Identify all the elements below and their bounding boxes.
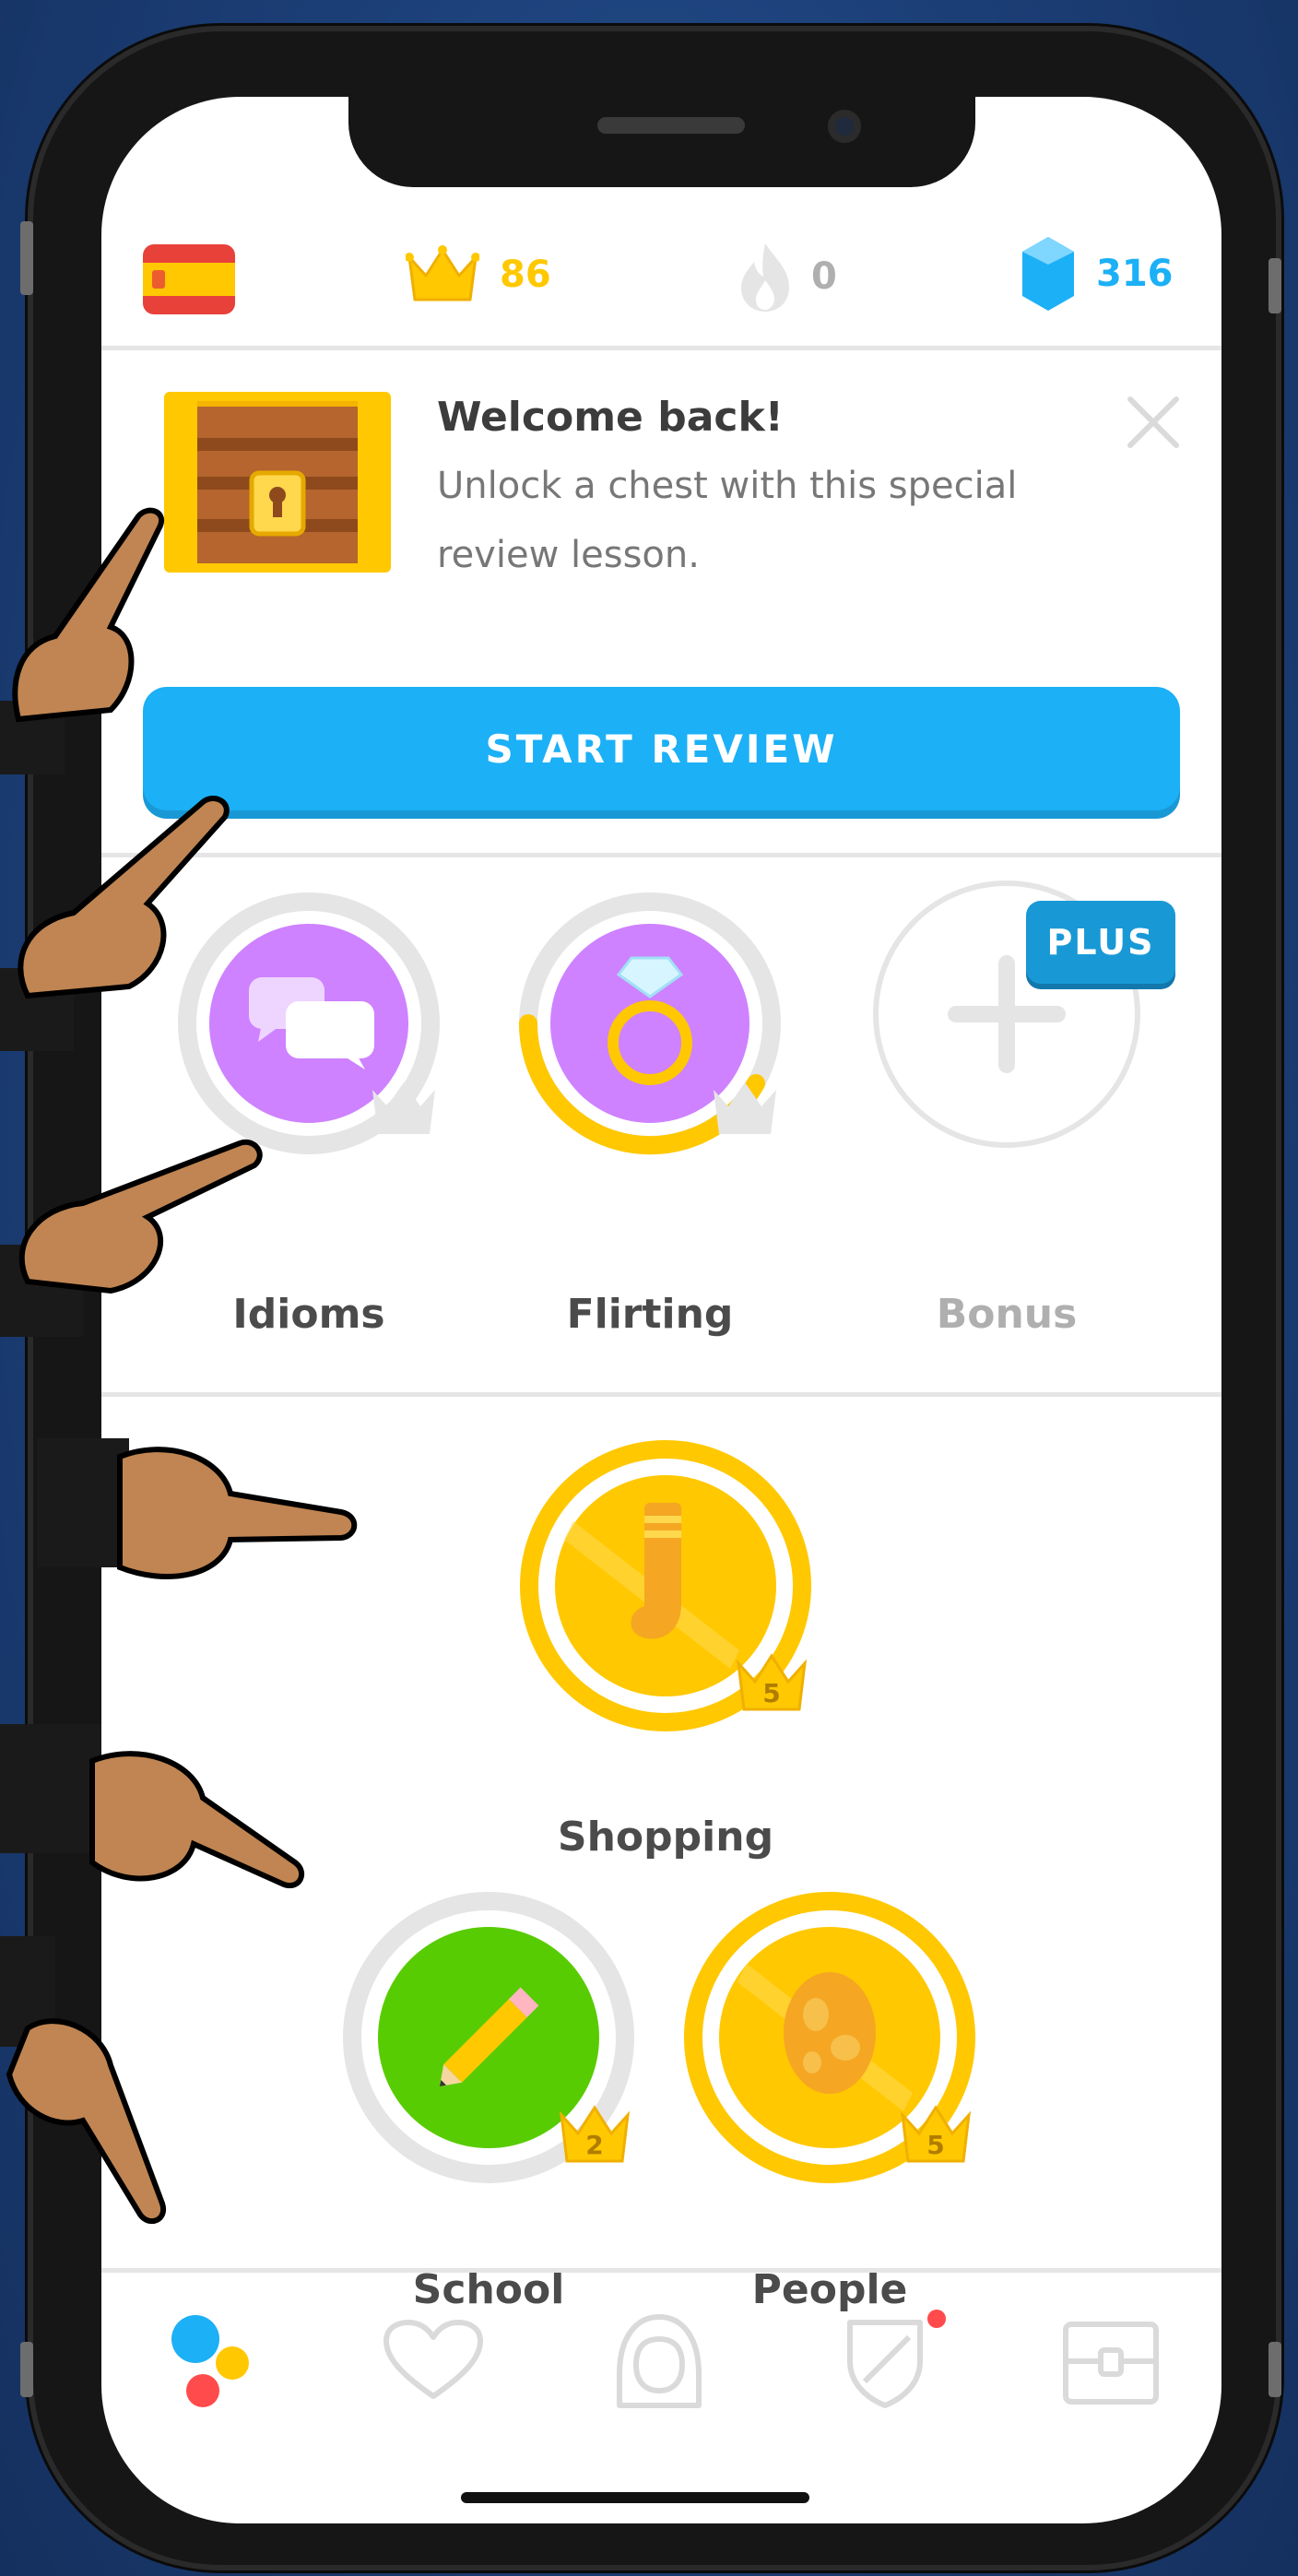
skill-label: People <box>751 2266 908 2313</box>
learn-tab-icon <box>171 2315 249 2407</box>
pointing-hands-overlay <box>0 498 369 2250</box>
skill-label: Bonus <box>936 1291 1078 1338</box>
gem-icon <box>1022 237 1074 311</box>
crown-icon <box>372 1082 435 1134</box>
crown-icon: 5 <box>900 2105 972 2163</box>
skill-label: Flirting <box>566 1291 734 1338</box>
crown-level: 5 <box>926 2130 944 2160</box>
welcome-message-line2: review lesson. <box>437 534 700 576</box>
crown-icon: 2 <box>559 2105 631 2163</box>
ring-icon <box>608 956 692 1085</box>
shop-tab-icon <box>1063 2322 1159 2405</box>
sock-icon <box>631 1503 681 1639</box>
tab-shop[interactable] <box>1060 2319 1162 2411</box>
phone-side-button <box>20 221 33 295</box>
language-flag-button[interactable] <box>143 244 235 318</box>
streak-count: 0 <box>811 255 837 298</box>
streak-counter[interactable]: 0 <box>738 240 837 313</box>
welcome-message-line1: Unlock a chest with this special <box>437 465 1018 507</box>
tab-heart[interactable] <box>383 2319 484 2405</box>
heart-tab-icon <box>384 2320 483 2399</box>
tab-leagues[interactable] <box>839 2310 950 2415</box>
crown-icon <box>406 245 479 301</box>
league-tab-icon <box>847 2310 946 2408</box>
profile-tab-icon <box>617 2314 702 2408</box>
spanish-flag-icon <box>143 244 235 314</box>
pointing-hand-icon <box>0 1724 305 1889</box>
header-divider <box>101 346 1221 350</box>
skill-people[interactable]: 5 <box>682 1890 977 2185</box>
close-button[interactable] <box>1125 394 1182 455</box>
pointing-hand-icon <box>0 507 165 774</box>
egg-icon <box>784 1972 876 2094</box>
gems-count: 316 <box>1096 253 1174 295</box>
skill-school[interactable]: 2 <box>341 1890 636 2185</box>
phone-notch <box>348 97 975 187</box>
close-icon <box>1127 396 1179 448</box>
crowns-count: 86 <box>500 254 551 296</box>
crown-level: 2 <box>585 2130 603 2160</box>
skill-label: School <box>412 2266 565 2313</box>
pointing-hand-icon <box>0 1139 263 1337</box>
skill-label: Shopping <box>557 1814 774 1861</box>
crowns-counter[interactable]: 86 <box>406 244 551 305</box>
front-camera <box>828 110 861 143</box>
skill-shopping[interactable]: 5 <box>518 1438 813 1733</box>
pointing-hand-icon <box>0 796 230 1051</box>
pointing-hand-icon <box>37 1438 358 1579</box>
plus-badge: PLUS <box>1026 901 1175 984</box>
crown-icon: 5 <box>736 1653 808 1711</box>
speaker-grille <box>597 117 745 134</box>
notification-dot <box>927 2310 946 2328</box>
pencil-icon <box>439 1987 539 2087</box>
tab-profile[interactable] <box>608 2310 710 2415</box>
pointing-hand-icon <box>0 1936 167 2225</box>
tab-learn[interactable] <box>166 2310 258 2415</box>
crown-icon <box>714 1082 776 1134</box>
phone-side-button <box>1268 258 1281 313</box>
tabbar-top-divider <box>101 2268 1221 2273</box>
crown-level: 5 <box>762 1678 780 1708</box>
home-indicator[interactable] <box>461 2492 809 2503</box>
gems-counter[interactable]: 316 <box>1019 235 1174 313</box>
skill-flirting[interactable] <box>516 890 784 1157</box>
phone-side-button <box>1268 2342 1281 2397</box>
flame-icon <box>741 243 789 312</box>
welcome-title: Welcome back! <box>437 394 784 441</box>
phone-side-button <box>20 2342 33 2397</box>
